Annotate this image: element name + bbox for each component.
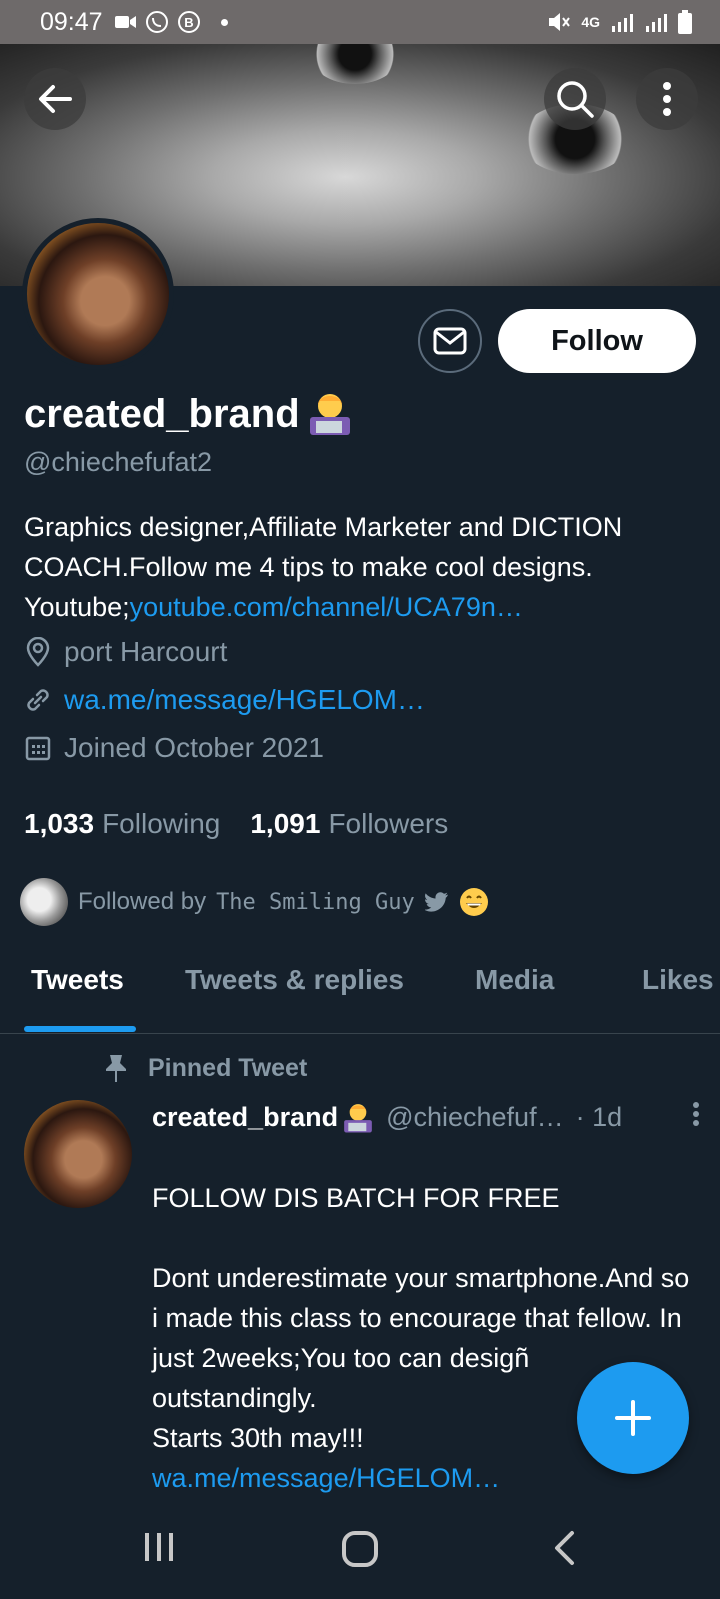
compose-tweet-button[interactable] [577,1362,689,1474]
tweet-author-avatar[interactable] [24,1100,132,1208]
follower-avatar [20,878,68,926]
tweet-author-handle[interactable]: @chiechefuf… [386,1102,564,1133]
message-button[interactable] [418,309,482,373]
tab-tweets[interactable]: Tweets [31,964,124,996]
profile-avatar[interactable] [22,218,174,370]
notification-icons: B [114,10,228,34]
display-name-text: created_brand [24,391,300,436]
search-button[interactable] [544,68,606,130]
followed-by[interactable]: Followed by The Smiling Guy [20,878,489,926]
woman-technologist-emoji-icon [309,394,350,435]
tweet-author-name[interactable]: created_brand [152,1102,338,1133]
status-bar: 09:47 B 4G [0,0,720,44]
home-icon [342,1531,378,1567]
profile-tabs: Tweets Tweets & replies Media Likes [0,948,720,1034]
tweet-more-button[interactable] [692,1101,700,1134]
twitter-bird-icon [424,892,448,912]
location-text: port Harcourt [64,636,228,667]
following-count-link[interactable]: 1,033 Following [24,808,220,840]
profile-bio: Graphics designer,Affiliate Marketer and… [24,507,700,627]
tweet-header: created_brand @chiechefuf… · 1d [152,1101,700,1134]
pin-icon [106,1055,126,1082]
profile-handle: @chiechefufat2 [24,447,213,477]
location-pin-icon [26,637,50,667]
woman-technologist-emoji-icon [344,1103,372,1133]
signal-icon-2 [646,14,667,32]
search-icon [557,81,594,118]
active-tab-indicator [24,1026,136,1032]
video-icon [114,16,136,28]
banner-photo-eye-left [310,44,400,84]
mail-icon [433,327,467,355]
status-time: 09:47 [40,7,103,36]
following-count: 1,033 [24,808,95,839]
joined-row: Joined October 2021 [24,732,324,764]
system-icons: 4G [547,10,692,34]
location-row: port Harcourt [24,636,227,668]
more-vertical-icon [693,1102,699,1126]
bio-youtube-link[interactable]: youtube.com/channel/UCA79n… [130,592,523,622]
mute-icon [549,13,571,31]
home-button[interactable] [341,1530,379,1573]
whatsapp-icon [145,11,168,33]
tab-tweets-replies[interactable]: Tweets & replies [185,964,404,996]
signal-icon-1 [612,14,633,32]
back-button[interactable] [24,68,86,130]
more-options-button[interactable] [636,68,698,130]
pinned-label-text: Pinned Tweet [148,1053,308,1082]
back-arrow-icon [39,85,72,113]
website-row: wa.me/message/HGELOM… [24,684,425,716]
more-vertical-icon [663,82,671,116]
following-label: Following [102,808,221,839]
follow-button[interactable]: Follow [498,309,696,373]
followed-by-prefix: Followed by [78,888,207,915]
pinned-tweet-label: Pinned Tweet [104,1053,307,1083]
notification-dot [220,18,228,26]
display-name: created_brand [24,391,356,437]
system-back-button[interactable] [552,1530,576,1571]
battery-icon [678,10,692,34]
followers-count: 1,091 [250,808,321,839]
system-navigation-bar [0,1500,720,1599]
recents-icon [145,1533,173,1561]
tab-media[interactable]: Media [475,964,554,996]
tab-likes[interactable]: Likes [642,964,714,996]
tweet-time[interactable]: · 1d [576,1102,623,1133]
link-icon [27,689,49,711]
b-icon: B [177,11,200,33]
tweet-body[interactable]: FOLLOW DIS BATCH FOR FREE Dont underesti… [152,1138,700,1538]
recents-button[interactable] [142,1530,176,1569]
website-link[interactable]: wa.me/message/HGELOM… [64,684,425,716]
follow-counts: 1,033 Following 1,091 Followers [24,808,448,840]
followers-label: Followers [328,808,449,839]
network-type: 4G [581,14,600,30]
calendar-icon [25,736,51,761]
followed-by-name: The Smiling Guy [216,889,415,915]
followers-count-link[interactable]: 1,091 Followers [250,808,448,840]
joined-text: Joined October 2021 [64,732,324,763]
svg-text:B: B [184,15,193,30]
back-icon [555,1531,574,1565]
grin-emoji-icon [459,888,488,916]
compose-plus-icon [615,1400,651,1436]
